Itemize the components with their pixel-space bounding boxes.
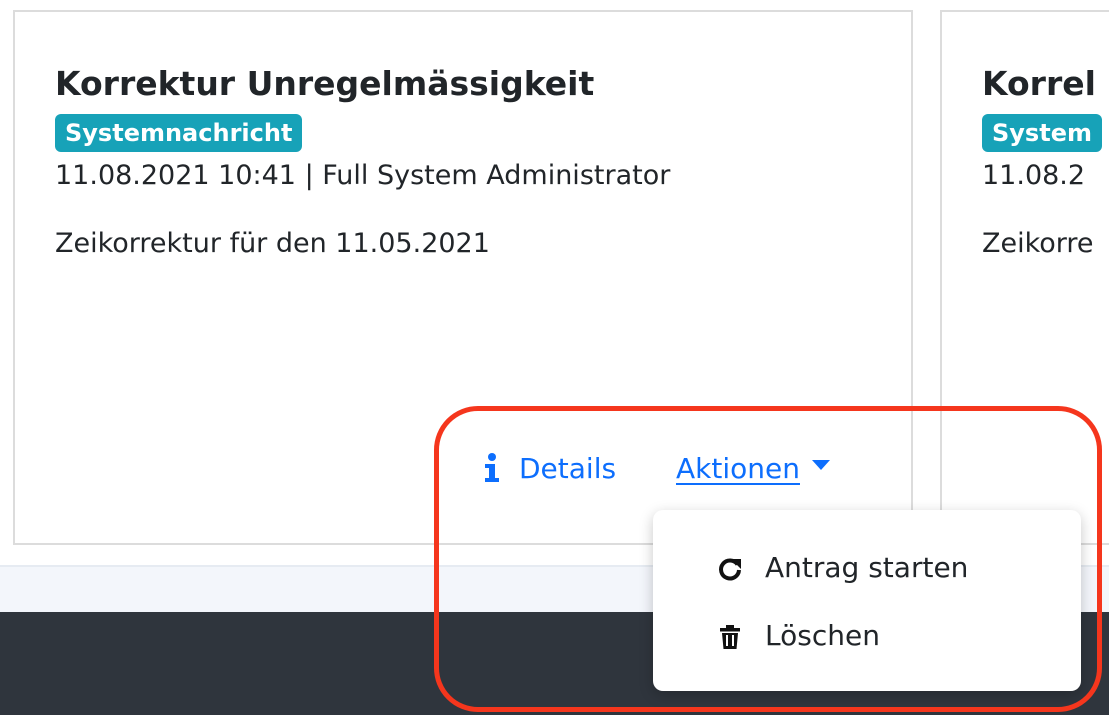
- menu-item-label: Antrag starten: [765, 551, 969, 584]
- actions-dropdown-toggle[interactable]: Aktionen: [676, 448, 830, 488]
- card-text: Zeikorrektur für den 11.05.2021: [55, 228, 490, 259]
- card-title: Korrektur Unregelmässigkeit: [55, 64, 595, 103]
- status-badge: Systemnachricht: [55, 114, 303, 152]
- caret-down-icon: [811, 460, 830, 470]
- details-label: Details: [519, 451, 617, 485]
- trash-icon: [720, 625, 740, 649]
- details-link[interactable]: Details: [483, 448, 616, 488]
- menu-item-loeschen[interactable]: Löschen: [653, 608, 1081, 664]
- menu-item-label: Löschen: [765, 619, 880, 652]
- notification-card: Korrel System 11.08.2 Zeikorre: [940, 10, 1109, 545]
- card-body: Korrektur Unregelmässigkeit Systemnachri…: [55, 64, 670, 264]
- card-meta: 11.08.2021 10:41 | Full System Administr…: [55, 160, 671, 191]
- card-text: Zeikorre: [982, 228, 1094, 259]
- card-meta: 11.08.2: [982, 160, 1086, 191]
- card-title: Korrel: [982, 64, 1096, 103]
- menu-item-antrag-starten[interactable]: Antrag starten: [653, 540, 1081, 596]
- info-icon: [485, 453, 499, 482]
- card-body: Korrel System 11.08.2 Zeikorre: [982, 64, 1102, 264]
- actions-label: Aktionen: [676, 451, 800, 485]
- actions-dropdown-menu: Antrag starten Löschen: [653, 510, 1081, 691]
- redo-icon: [719, 558, 741, 581]
- status-badge: System: [982, 114, 1102, 152]
- page: Korrektur Unregelmässigkeit Systemnachri…: [0, 0, 1109, 715]
